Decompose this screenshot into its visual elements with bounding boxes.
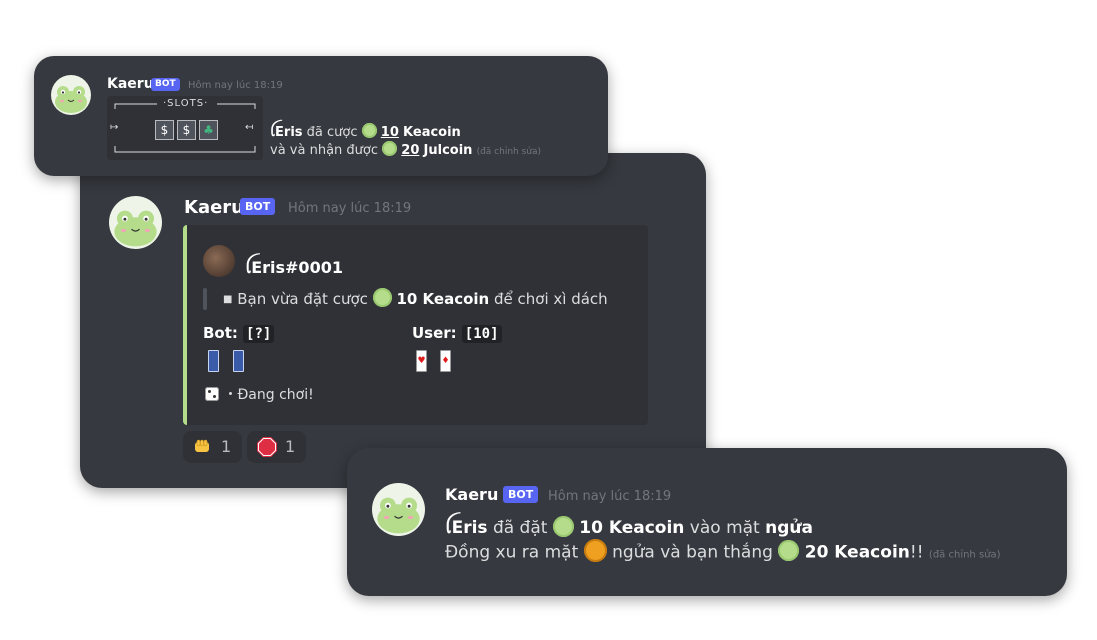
- julcoin-icon: [382, 141, 398, 156]
- bot-badge: BOT: [503, 486, 539, 503]
- keacoin-icon: [361, 123, 377, 138]
- user-hand: User: [10]: [412, 323, 502, 343]
- username[interactable]: Kaeru: [107, 76, 154, 92]
- bot-badge: BOT: [240, 198, 276, 215]
- user-mention[interactable]: ꪶEris: [270, 125, 303, 140]
- bot-badge: BOT: [151, 78, 180, 91]
- message-card-coinflip: Kaeru BOT Hôm nay lúc 18:19 ꪶEris đã đặt…: [347, 448, 1067, 596]
- money-bag-icon: $: [177, 120, 196, 140]
- slots-display: ·SLOTS· ↦ $ $ ♣ ↤: [107, 96, 263, 160]
- card-back-icon: [208, 350, 219, 372]
- slots-right-arrow: ↤: [245, 122, 254, 133]
- win-suffix: !!: [909, 542, 924, 563]
- embed-description: ■ Bạn vừa đặt cược 10 Keacoin để chơi xì…: [223, 288, 608, 309]
- bet-side: ngửa: [765, 518, 813, 538]
- slots-title: ·SLOTS·: [163, 98, 209, 109]
- blackjack-embed: ꪶEris#0001 ■ Bạn vừa đặt cược 10 Keacoin…: [183, 225, 648, 425]
- edited-label: (đã chỉnh sửa): [476, 147, 542, 157]
- username[interactable]: Kaeru: [445, 485, 498, 504]
- result-prefix: Đồng xu ra mặt: [445, 542, 579, 563]
- bet-currency: Keacoin: [403, 125, 461, 140]
- slots-left-arrow: ↦: [110, 122, 119, 133]
- bot-value: [?]: [243, 325, 275, 343]
- user-label: User:: [412, 324, 457, 342]
- edited-label: (đã chỉnh sửa): [928, 549, 1001, 561]
- heart-card-icon: ♥: [416, 350, 427, 372]
- slots-result-line-2: và và nhận được 20 Julcoin (đã chỉnh sửa…: [270, 141, 542, 158]
- bet-text: đã đặt: [492, 518, 548, 538]
- diamond-card-icon: ♦: [440, 350, 451, 372]
- kaeru-avatar[interactable]: [372, 483, 425, 536]
- keacoin-icon: [778, 540, 800, 561]
- timestamp[interactable]: Hôm nay lúc 18:19: [188, 80, 283, 91]
- win-amount: 20: [401, 143, 420, 158]
- bot-label: Bot:: [203, 324, 238, 342]
- bot-hand: Bot: [?]: [203, 323, 275, 343]
- reaction-fist-bump[interactable]: 1: [183, 431, 242, 463]
- coin-heads-icon: [583, 539, 607, 562]
- message-card-slots: Kaeru BOT Hôm nay lúc 18:19 ·SLOTS· ↦ $ …: [34, 56, 608, 176]
- quote-bar: [203, 288, 207, 310]
- user-value: [10]: [461, 325, 502, 343]
- desc-prefix: Bạn vừa đặt cược: [237, 290, 368, 308]
- timestamp[interactable]: Hôm nay lúc 18:19: [548, 489, 671, 504]
- reaction-stop-sign[interactable]: 1: [247, 431, 306, 463]
- fist-bump-icon: [195, 439, 209, 452]
- win-text: và và nhận được: [270, 143, 378, 158]
- stop-sign-icon: [257, 437, 277, 457]
- keacoin-icon: [552, 515, 574, 537]
- author-avatar[interactable]: [203, 245, 235, 277]
- money-bag-icon: $: [155, 120, 174, 140]
- bet-text: đã cược: [306, 125, 358, 140]
- reaction-count: 1: [285, 437, 296, 456]
- dice-icon: [205, 387, 219, 401]
- bet-mid-text: vào mặt: [689, 518, 760, 538]
- desc-amount: 10 Keacoin: [396, 290, 490, 308]
- four-leaf-clover-icon: ♣: [199, 120, 218, 140]
- game-status: ・Đang chơi!: [205, 384, 314, 404]
- user-mention[interactable]: ꪶEris: [445, 518, 488, 538]
- reaction-count: 1: [221, 437, 232, 456]
- embed-author[interactable]: ꪶEris#0001: [245, 252, 343, 286]
- status-text: ・Đang chơi!: [223, 387, 314, 403]
- coinflip-line-2: Đồng xu ra mặt ngửa và bạn thắng 20 Keac…: [445, 539, 1001, 564]
- keacoin-icon: [372, 288, 392, 307]
- win-amount: 20 Keacoin: [804, 542, 910, 563]
- bet-amount: 10: [380, 125, 399, 140]
- frog-icon: [114, 210, 157, 247]
- timestamp[interactable]: Hôm nay lúc 18:19: [288, 201, 411, 216]
- frog-icon: [377, 497, 420, 534]
- frog-icon: [55, 86, 87, 113]
- win-currency: Julcoin: [423, 143, 473, 158]
- card-back-icon: [233, 350, 244, 372]
- desc-suffix: để chơi xì dách: [494, 290, 608, 308]
- bullet: ■: [223, 294, 233, 305]
- result-mid: ngửa và bạn thắng: [612, 542, 773, 563]
- username[interactable]: Kaeru: [184, 197, 244, 218]
- kaeru-avatar[interactable]: [109, 196, 162, 249]
- bet-amount: 10 Keacoin: [579, 518, 685, 538]
- slots-row: ↦ $ $ ♣ ↤: [107, 120, 263, 140]
- message-card-blackjack: Kaeru BOT Hôm nay lúc 18:19 ꪶEris#0001 ■…: [80, 153, 706, 488]
- kaeru-avatar[interactable]: [51, 75, 91, 115]
